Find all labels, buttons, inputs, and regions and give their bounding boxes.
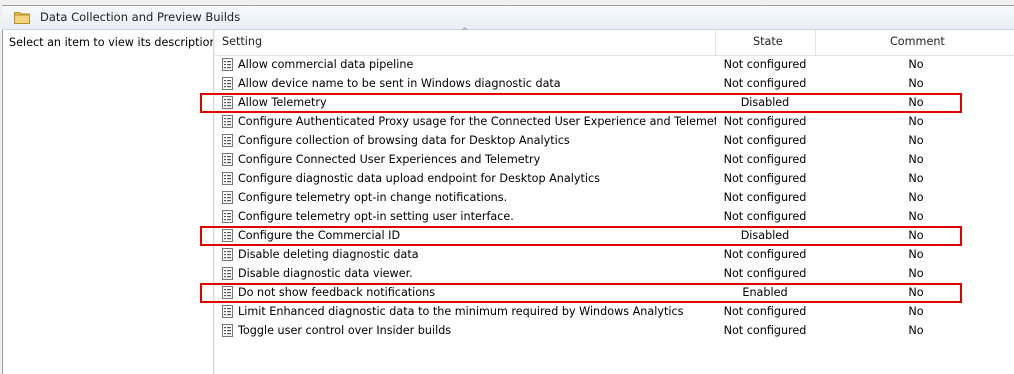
setting-comment: No bbox=[908, 305, 924, 318]
setting-name: Toggle user control over Insider builds bbox=[238, 324, 452, 337]
setting-comment: No bbox=[908, 58, 924, 71]
setting-name: Disable deleting diagnostic data bbox=[238, 248, 419, 261]
setting-state: Not configured bbox=[723, 153, 807, 166]
column-header-comment[interactable]: Comment bbox=[890, 35, 945, 53]
table-row[interactable]: Configure telemetry opt-in change notifi… bbox=[215, 189, 1014, 208]
setting-comment: No bbox=[908, 267, 924, 280]
setting-comment: No bbox=[908, 153, 924, 166]
setting-name: Do not show feedback notifications bbox=[238, 286, 436, 299]
policy-setting-icon bbox=[222, 248, 233, 261]
policy-setting-icon bbox=[222, 134, 233, 147]
setting-name: Configure collection of browsing data fo… bbox=[238, 134, 570, 147]
setting-state: Not configured bbox=[723, 134, 807, 147]
table-row[interactable]: Allow device name to be sent in Windows … bbox=[215, 75, 1014, 94]
setting-name: Limit Enhanced diagnostic data to the mi… bbox=[238, 305, 684, 318]
policy-setting-icon bbox=[222, 172, 233, 185]
policy-setting-icon bbox=[222, 115, 233, 128]
column-separator[interactable] bbox=[815, 30, 816, 55]
table-row[interactable]: Allow Telemetry Disabled No bbox=[215, 94, 1014, 113]
table-row[interactable]: Configure the Commercial ID Disabled No bbox=[215, 227, 1014, 246]
description-pane: Select an item to view its description. bbox=[3, 30, 220, 374]
sort-ascending-icon: ^ bbox=[461, 27, 469, 37]
setting-name: Allow device name to be sent in Windows … bbox=[238, 77, 561, 90]
setting-name: Allow commercial data pipeline bbox=[238, 58, 414, 71]
setting-state: Not configured bbox=[723, 172, 807, 185]
setting-state: Not configured bbox=[723, 267, 807, 280]
policy-setting-icon bbox=[222, 58, 233, 71]
setting-state: Not configured bbox=[723, 305, 807, 318]
setting-comment: No bbox=[908, 115, 924, 128]
policy-setting-icon bbox=[222, 210, 233, 223]
setting-state: Not configured bbox=[723, 248, 807, 261]
setting-comment: No bbox=[908, 248, 924, 261]
table-row[interactable]: Configure Authenticated Proxy usage for … bbox=[215, 113, 1014, 132]
setting-state: Disabled bbox=[740, 96, 790, 109]
setting-state: Not configured bbox=[723, 77, 807, 90]
setting-comment: No bbox=[908, 229, 924, 242]
setting-comment: No bbox=[908, 286, 924, 299]
table-row[interactable]: Do not show feedback notifications Enable… bbox=[215, 284, 1014, 303]
setting-name: Allow Telemetry bbox=[238, 96, 327, 109]
column-header-state[interactable]: State bbox=[753, 35, 783, 53]
table-row[interactable]: Allow commercial data pipeline Not config… bbox=[215, 56, 1014, 75]
setting-comment: No bbox=[908, 191, 924, 204]
setting-comment: No bbox=[908, 134, 924, 147]
setting-comment: No bbox=[908, 172, 924, 185]
policy-setting-icon bbox=[222, 267, 233, 280]
setting-name: Configure telemetry opt-in setting user … bbox=[238, 210, 514, 223]
table-row[interactable]: Disable deleting diagnostic data Not conf… bbox=[215, 246, 1014, 265]
policy-setting-icon bbox=[222, 191, 233, 204]
folder-icon bbox=[14, 12, 30, 24]
setting-state: Disabled bbox=[740, 229, 790, 242]
table-row[interactable]: Configure collection of browsing data fo… bbox=[215, 132, 1014, 151]
folder-header: Data Collection and Preview Builds bbox=[2, 6, 1014, 30]
policy-setting-icon bbox=[222, 324, 233, 337]
description-text: Select an item to view its description. bbox=[9, 36, 221, 49]
table-row[interactable]: Toggle user control over Insider builds N… bbox=[215, 322, 1014, 341]
table-row[interactable]: Configure Connected User Experiences and… bbox=[215, 151, 1014, 170]
setting-state: Not configured bbox=[723, 115, 807, 128]
policy-setting-icon bbox=[222, 96, 233, 109]
rows-container: Allow commercial data pipeline Not config… bbox=[215, 56, 1014, 341]
setting-name: Configure telemetry opt-in change notifi… bbox=[238, 191, 508, 204]
policy-setting-icon bbox=[222, 305, 233, 318]
setting-state: Not configured bbox=[723, 324, 807, 337]
setting-state: Not configured bbox=[723, 191, 807, 204]
policy-setting-icon bbox=[222, 153, 233, 166]
setting-comment: No bbox=[908, 324, 924, 337]
table-row[interactable]: Configure telemetry opt-in setting user … bbox=[215, 208, 1014, 227]
policy-setting-icon bbox=[222, 286, 233, 299]
setting-comment: No bbox=[908, 77, 924, 90]
policy-setting-icon bbox=[222, 77, 233, 90]
setting-comment: No bbox=[908, 96, 924, 109]
table-row[interactable]: Configure diagnostic data upload endpoin… bbox=[215, 170, 1014, 189]
folder-title: Data Collection and Preview Builds bbox=[40, 10, 241, 24]
table-row[interactable]: Disable diagnostic data viewer. Not confi… bbox=[215, 265, 1014, 284]
setting-name: Configure diagnostic data upload endpoin… bbox=[238, 172, 600, 185]
setting-state: Not configured bbox=[723, 58, 807, 71]
settings-list: ^ Setting State Comment Allow commercial… bbox=[215, 27, 1014, 374]
setting-name: Configure the Commercial ID bbox=[238, 229, 401, 242]
setting-comment: No bbox=[908, 210, 924, 223]
setting-name: Configure Authenticated Proxy usage for … bbox=[238, 115, 716, 128]
policy-setting-icon bbox=[222, 229, 233, 242]
setting-name: Configure Connected User Experiences and… bbox=[238, 153, 541, 166]
table-row[interactable]: Limit Enhanced diagnostic data to the mi… bbox=[215, 303, 1014, 322]
setting-state: Not configured bbox=[723, 210, 807, 223]
column-header-row: ^ Setting State Comment bbox=[215, 27, 1014, 56]
setting-state: Enabled bbox=[742, 286, 788, 299]
setting-name: Disable diagnostic data viewer. bbox=[238, 267, 413, 280]
column-separator[interactable] bbox=[715, 30, 716, 55]
column-header-setting[interactable]: Setting bbox=[222, 35, 262, 53]
